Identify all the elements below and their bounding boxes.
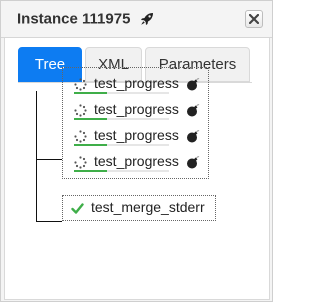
node-label: test_progress xyxy=(94,153,179,169)
node-label: test_progress xyxy=(94,127,179,143)
progress-fill xyxy=(74,170,108,172)
spinner-icon xyxy=(74,78,87,91)
spinner-icon xyxy=(74,104,87,117)
spinner-icon xyxy=(74,156,87,169)
spinner-icon xyxy=(74,130,87,143)
progress-bar xyxy=(74,144,169,146)
progress-bar xyxy=(74,118,169,120)
bomb-icon[interactable] xyxy=(186,77,200,91)
parallel-group: test_progress test_progress test_progres… xyxy=(62,67,209,179)
check-icon xyxy=(71,203,84,214)
node-label: test_progress xyxy=(94,101,179,117)
bomb-icon[interactable] xyxy=(186,155,200,169)
bomb-icon[interactable] xyxy=(186,129,200,143)
bomb-icon[interactable] xyxy=(186,103,200,117)
progress-bar xyxy=(74,92,169,94)
progress-bar xyxy=(74,170,169,172)
progress-fill xyxy=(74,92,108,94)
progress-fill xyxy=(74,118,108,120)
instance-panel: Instance 111975 Tree XML Parameters test… xyxy=(0,0,273,302)
node-label: test_merge_stderr xyxy=(91,199,205,215)
node-label: test_progress xyxy=(94,75,179,91)
progress-fill xyxy=(74,144,108,146)
merge-node-box: test_merge_stderr xyxy=(62,195,216,221)
